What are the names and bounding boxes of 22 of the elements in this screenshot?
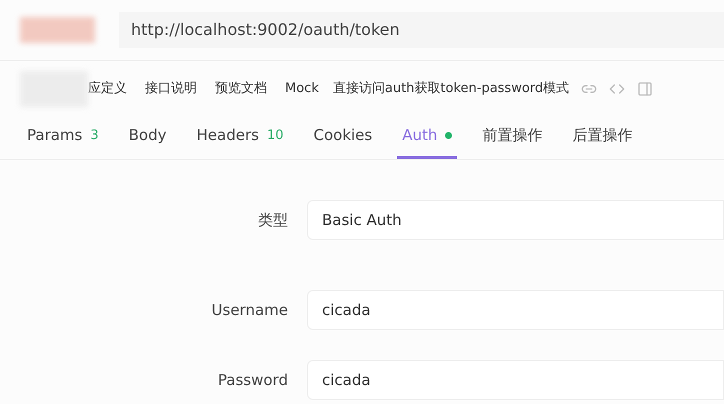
input-field[interactable]: cicada	[307, 290, 724, 330]
tab[interactable]: Body	[124, 115, 172, 159]
url-field[interactable]: http://localhost:9002/oauth/token	[119, 12, 724, 48]
input-field[interactable]: cicada	[307, 360, 724, 400]
input-field[interactable]: Basic Auth	[307, 200, 724, 240]
tab[interactable]: Auth	[397, 115, 458, 159]
count-label: 3	[90, 126, 99, 145]
tab[interactable]: 后置操作	[567, 115, 638, 159]
panel-icon[interactable]	[637, 80, 654, 96]
toolbar-tab[interactable]: Mock	[285, 78, 319, 98]
toolbar-tab[interactable]: 应定义	[88, 78, 127, 98]
field-label: Password	[216, 370, 288, 391]
count-label: 10	[266, 126, 284, 145]
field-label: 类型	[257, 210, 288, 231]
tab[interactable]: 前置操作	[477, 115, 548, 159]
api-title: 直接访问auth获取token-password模式	[332, 80, 570, 98]
toolbar-tab[interactable]: 预览文档	[215, 78, 267, 98]
tab[interactable]: Params 3	[22, 115, 104, 159]
tab[interactable]: Cookies	[308, 115, 378, 159]
toolbar-tab[interactable]: 接口说明	[145, 78, 197, 98]
tab[interactable]: Headers 10	[192, 115, 288, 159]
field-label: Username	[210, 300, 288, 321]
